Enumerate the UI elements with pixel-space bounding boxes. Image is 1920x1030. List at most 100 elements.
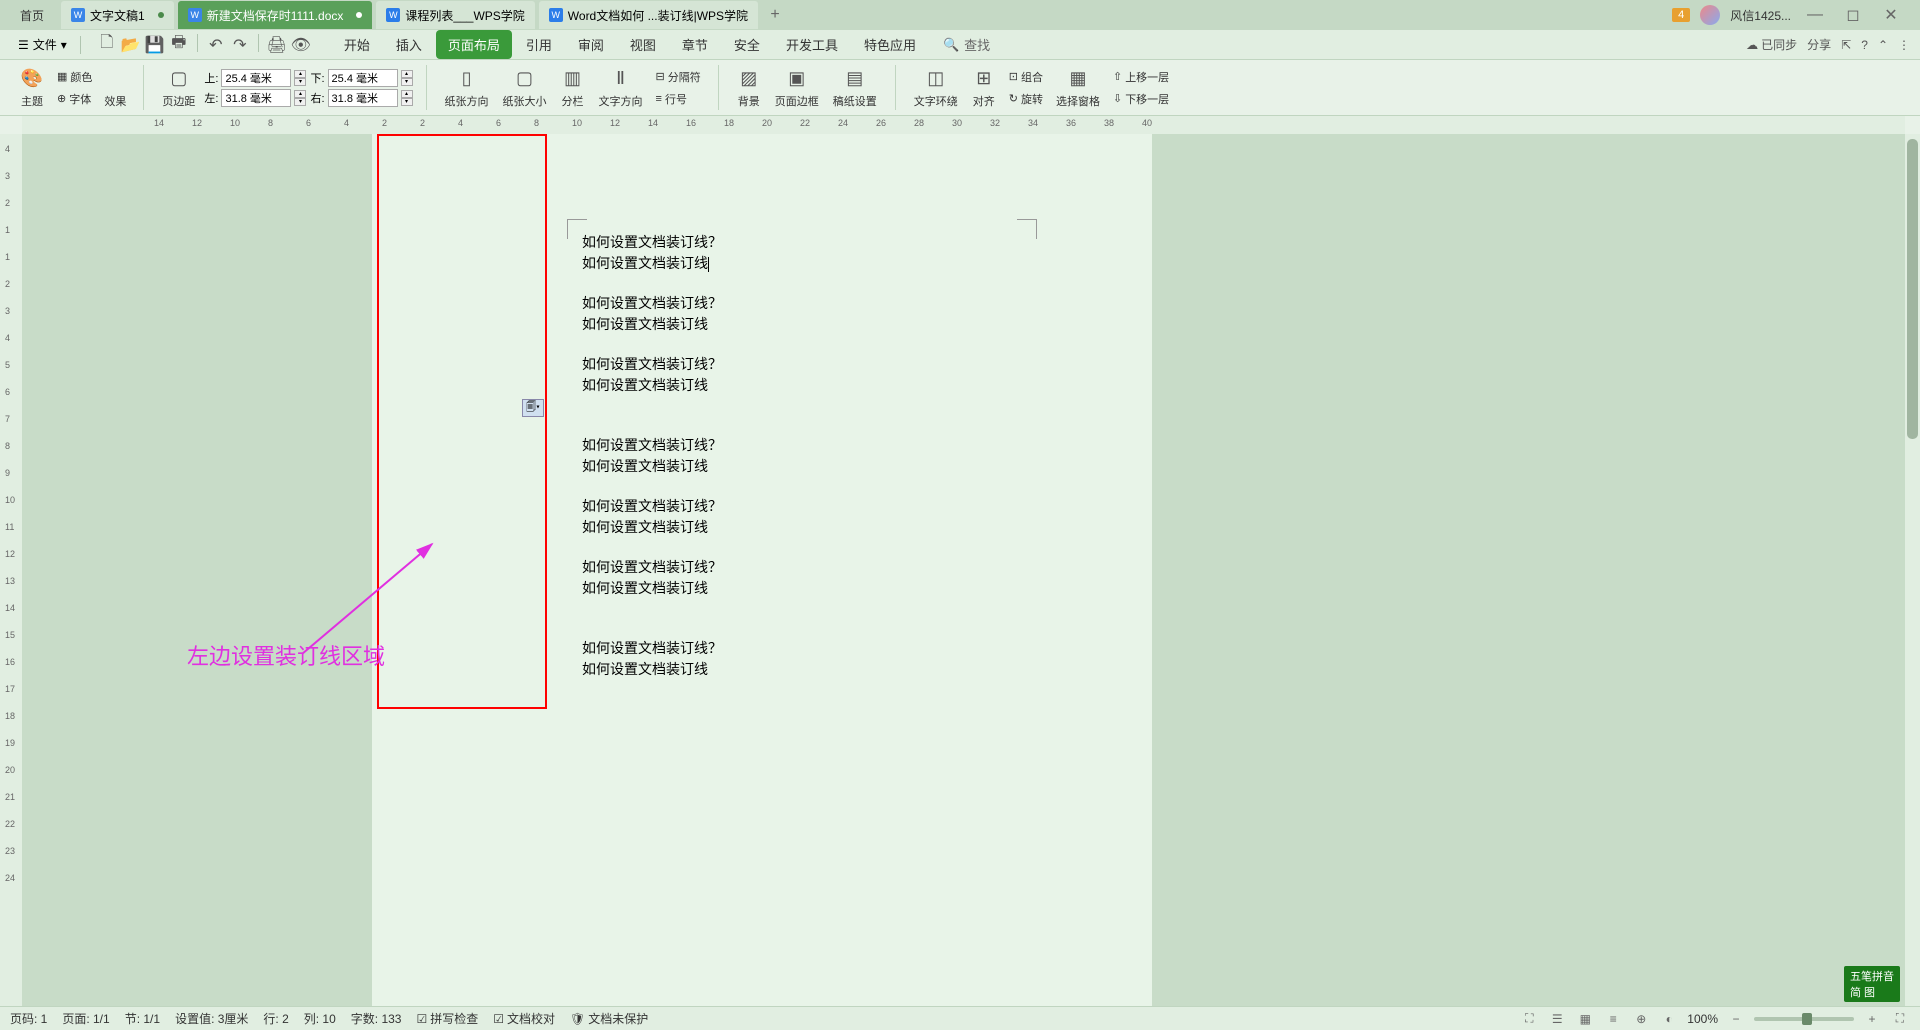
misc-icon[interactable]: ⇱ — [1841, 38, 1851, 52]
share-button[interactable]: 分享 — [1807, 36, 1831, 53]
tab-insert[interactable]: 插入 — [384, 30, 434, 59]
background-button[interactable]: ▨背景 — [732, 65, 766, 111]
rotate-button[interactable]: ↻旋转 — [1005, 89, 1047, 109]
group-button[interactable]: ⊡组合 — [1005, 67, 1047, 87]
help-icon[interactable]: ? — [1861, 38, 1868, 52]
text-wrap-button[interactable]: ◫文字环绕 — [909, 65, 963, 111]
zoom-slider[interactable] — [1754, 1017, 1854, 1021]
collapse-icon[interactable]: ⌃ — [1878, 38, 1888, 52]
spin-up[interactable]: ▴ — [401, 90, 413, 98]
redo-button[interactable]: ↷ — [229, 34, 251, 56]
horizontal-ruler[interactable]: 1412108642246810121416182022242628303234… — [22, 116, 1905, 134]
ime-indicator[interactable]: 五笔拼音 简 图 — [1844, 966, 1900, 1002]
move-up-button[interactable]: ⇧上移一层 — [1109, 67, 1173, 87]
maximize-button[interactable]: ◻ — [1839, 5, 1867, 25]
tab-view[interactable]: 视图 — [618, 30, 668, 59]
tab-page-layout[interactable]: 页面布局 — [436, 30, 512, 59]
fullscreen-button[interactable]: ⛶ — [1890, 1010, 1910, 1028]
select-pane-button[interactable]: ▦选择窗格 — [1051, 65, 1105, 111]
status-col[interactable]: 列: 10 — [304, 1010, 336, 1027]
view-mode-6[interactable]: ◐ — [1659, 1010, 1679, 1028]
paste-options-button[interactable]: 🗐▾ — [522, 399, 544, 417]
print2-button[interactable]: 🖨 — [266, 34, 288, 56]
zoom-level[interactable]: 100% — [1687, 1012, 1718, 1026]
spin-up[interactable]: ▴ — [294, 70, 306, 78]
add-tab-button[interactable]: + — [765, 5, 785, 25]
undo-button[interactable]: ↶ — [205, 34, 227, 56]
spin-down[interactable]: ▾ — [401, 78, 413, 86]
tab-reference[interactable]: 引用 — [514, 30, 564, 59]
view-mode-4[interactable]: ≡ — [1603, 1010, 1623, 1028]
spin-down[interactable]: ▾ — [294, 98, 306, 106]
breaks-button[interactable]: ⊟分隔符 — [652, 67, 705, 87]
doc-tab-3[interactable]: W Word文档如何 ...装订线|WPS学院 — [539, 1, 758, 29]
open-button[interactable]: 📂 — [120, 34, 142, 56]
align-button[interactable]: ⊞对齐 — [967, 65, 1001, 111]
fonts-button[interactable]: ⊕字体 — [53, 89, 96, 109]
spin-up[interactable]: ▴ — [401, 70, 413, 78]
zoom-out-button[interactable]: − — [1726, 1010, 1746, 1028]
orientation-button[interactable]: ▯纸张方向 — [440, 65, 494, 111]
vertical-scrollbar[interactable] — [1905, 134, 1920, 1006]
new-button[interactable]: 🗋 — [96, 34, 118, 56]
document-page[interactable]: 如何设置文档装订线？ 如何设置文档装订线 如何设置文档装订线？ 如何设置文档装订… — [372, 134, 1152, 1006]
status-page-number[interactable]: 页码: 1 — [10, 1010, 47, 1027]
proofing-button[interactable]: ☑文档校对 — [493, 1010, 555, 1027]
status-page[interactable]: 页面: 1/1 — [62, 1010, 109, 1027]
doc-tab-2[interactable]: W 课程列表___WPS学院 — [376, 1, 534, 29]
tab-dev-tools[interactable]: 开发工具 — [774, 30, 850, 59]
status-setting[interactable]: 设置值: 3厘米 — [175, 1010, 248, 1027]
margin-top-input[interactable] — [221, 69, 291, 87]
doc-tab-0[interactable]: W 文字文稿1 — [61, 1, 174, 29]
page-border-button[interactable]: ▣页面边框 — [770, 65, 824, 111]
tab-security[interactable]: 安全 — [722, 30, 772, 59]
effects-button[interactable]: 效果 — [100, 91, 130, 111]
status-section[interactable]: 节: 1/1 — [125, 1010, 160, 1027]
zoom-thumb[interactable] — [1802, 1013, 1812, 1025]
colors-button[interactable]: ▦颜色 — [53, 67, 96, 87]
close-button[interactable]: ✕ — [1877, 5, 1905, 25]
zoom-in-button[interactable]: + — [1862, 1010, 1882, 1028]
tab-start[interactable]: 开始 — [332, 30, 382, 59]
protection-button[interactable]: 🛡文档未保护 — [570, 1010, 648, 1027]
spin-up[interactable]: ▴ — [294, 90, 306, 98]
tab-chapter[interactable]: 章节 — [670, 30, 720, 59]
document-scroll[interactable]: 左边设置装订线区域 🗐▾ 如何设置文档装订线？ 如何设置文档装订线 如何设置文档… — [22, 134, 1905, 1006]
user-avatar[interactable] — [1700, 5, 1720, 25]
view-mode-2[interactable]: ☰ — [1547, 1010, 1567, 1028]
search-box[interactable]: 🔍 查找 — [943, 35, 990, 54]
view-mode-5[interactable]: ⊕ — [1631, 1010, 1651, 1028]
more-icon[interactable]: ⋮ — [1898, 38, 1910, 52]
text-direction-button[interactable]: Ⅱ文字方向 — [594, 65, 648, 111]
scroll-thumb[interactable] — [1907, 139, 1918, 439]
tab-special[interactable]: 特色应用 — [852, 30, 928, 59]
spin-down[interactable]: ▾ — [294, 78, 306, 86]
print-button[interactable]: 🖶 — [168, 34, 190, 56]
doc-tab-1[interactable]: W 新建文档保存时1111.docx — [178, 1, 373, 29]
margin-left-input[interactable] — [221, 89, 291, 107]
theme-button[interactable]: 🎨 主题 — [15, 65, 49, 111]
tab-review[interactable]: 审阅 — [566, 30, 616, 59]
save-button[interactable]: 💾 — [144, 34, 166, 56]
tab-home[interactable]: 首页 — [5, 0, 59, 30]
columns-button[interactable]: ▥分栏 — [556, 65, 590, 111]
file-menu[interactable]: ☰ 文件 ▾ — [10, 36, 75, 53]
status-line[interactable]: 行: 2 — [263, 1010, 288, 1027]
spin-down[interactable]: ▾ — [401, 98, 413, 106]
user-name[interactable]: 风信1425... — [1730, 7, 1791, 24]
view-mode-1[interactable]: ⛶ — [1519, 1010, 1539, 1028]
margin-bottom-input[interactable] — [328, 69, 398, 87]
minimize-button[interactable]: — — [1801, 5, 1829, 25]
spell-check-button[interactable]: ☑拼写检查 — [416, 1010, 478, 1027]
vertical-ruler[interactable]: 4321123456789101112131415161718192021222… — [0, 134, 22, 1006]
margins-button[interactable]: ▢ 页边距 — [157, 65, 200, 111]
size-button[interactable]: ▢纸张大小 — [498, 65, 552, 111]
preview-button[interactable]: 👁 — [290, 34, 312, 56]
move-down-button[interactable]: ⇩下移一层 — [1109, 89, 1173, 109]
sync-button[interactable]: ☁ 已同步 — [1746, 36, 1797, 53]
status-words[interactable]: 字数: 133 — [351, 1010, 402, 1027]
margin-right-input[interactable] — [328, 89, 398, 107]
line-numbers-button[interactable]: ≡行号 — [652, 89, 705, 109]
view-mode-3[interactable]: ▦ — [1575, 1010, 1595, 1028]
notification-badge[interactable]: 4 — [1672, 8, 1690, 22]
